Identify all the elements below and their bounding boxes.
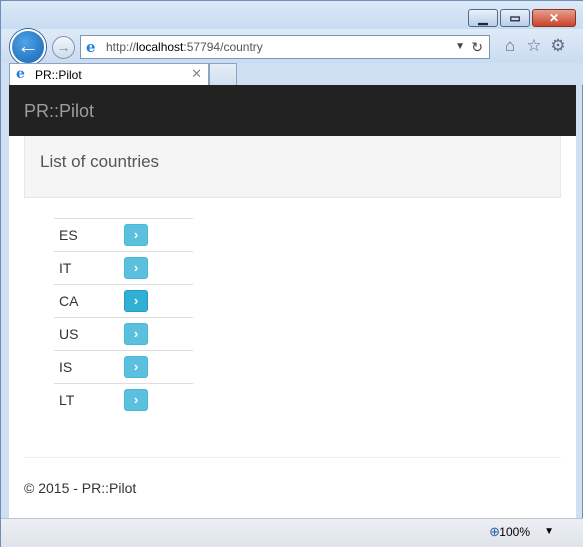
close-window-button[interactable]: ✕: [532, 9, 576, 27]
chevron-right-icon: ›: [133, 392, 139, 407]
country-code: CA: [59, 293, 79, 309]
title-bar: ▁ ▭ ✕: [1, 1, 583, 31]
ie-logo-icon: e: [16, 66, 25, 82]
minimize-icon: ▁: [478, 11, 488, 25]
back-arrow-icon: ←: [17, 33, 39, 58]
footer-divider: [24, 457, 561, 458]
footer-text: © 2015 - PR::Pilot: [24, 480, 137, 496]
minimize-button[interactable]: ▁: [468, 9, 498, 27]
new-tab-button[interactable]: [209, 63, 237, 85]
chevron-right-icon: ›: [133, 227, 139, 242]
forward-arrow-icon: →: [56, 39, 71, 55]
chevron-right-icon: ›: [133, 359, 139, 374]
page-title: List of countries: [40, 152, 160, 171]
forward-button[interactable]: →: [52, 36, 75, 59]
refresh-icon[interactable]: ↻: [471, 39, 483, 56]
zoom-level[interactable]: 100%: [499, 525, 530, 539]
country-code: ES: [59, 227, 78, 243]
url-path: :57794/country: [183, 40, 263, 54]
country-list: ES › IT › CA › US › IS › LT ›: [54, 218, 193, 416]
site-brand[interactable]: PR::Pilot: [24, 101, 94, 122]
chevron-right-icon: ›: [133, 260, 139, 275]
country-details-button[interactable]: ›: [124, 356, 148, 378]
country-code: US: [59, 326, 79, 342]
maximize-button[interactable]: ▭: [500, 9, 530, 27]
site-navbar: PR::Pilot: [9, 85, 576, 136]
country-details-button[interactable]: ›: [124, 389, 148, 411]
country-row: LT ›: [54, 383, 193, 416]
page-viewport: PR::Pilot List of countries ES › IT › CA…: [9, 85, 576, 518]
country-code: IT: [59, 260, 72, 276]
country-row: ES ›: [54, 218, 193, 251]
country-details-button[interactable]: ›: [124, 323, 148, 345]
tab-close-icon[interactable]: ✕: [191, 66, 202, 82]
tab-row: e PR::Pilot ✕: [1, 63, 583, 85]
status-bar: ⊕ 100% ▼: [1, 518, 583, 547]
country-code: IS: [59, 359, 73, 375]
url-prefix: http://: [106, 40, 137, 54]
country-details-button[interactable]: ›: [124, 224, 148, 246]
close-icon: ✕: [548, 11, 560, 25]
address-bar[interactable]: e http://localhost:57794/country ▼ ↻: [80, 35, 490, 59]
maximize-icon: ▭: [509, 11, 521, 25]
country-row: IS ›: [54, 350, 193, 383]
page-header: List of countries: [24, 136, 561, 198]
chevron-right-icon: ›: [133, 293, 139, 308]
country-row: CA ›: [54, 284, 193, 317]
home-icon[interactable]: ⌂: [498, 36, 522, 56]
country-row: US ›: [54, 317, 193, 350]
browser-window: ▁ ▭ ✕ ← → e http://localhost:57794/count…: [0, 0, 583, 547]
country-code: LT: [59, 392, 75, 408]
back-button[interactable]: ←: [10, 29, 46, 65]
chevron-right-icon: ›: [133, 326, 139, 341]
address-dropdown-icon[interactable]: ▼: [455, 41, 465, 52]
tab-active[interactable]: e PR::Pilot ✕: [9, 63, 209, 85]
url-text[interactable]: http://localhost:57794/country: [106, 40, 263, 54]
window-controls: ▁ ▭ ✕: [466, 9, 576, 27]
tab-title: PR::Pilot: [35, 68, 82, 82]
url-host: localhost: [136, 40, 184, 54]
gear-icon[interactable]: ⚙: [546, 36, 570, 56]
country-details-button[interactable]: ›: [124, 290, 148, 312]
country-details-button[interactable]: ›: [124, 257, 148, 279]
zoom-dropdown-icon[interactable]: ▼: [544, 526, 554, 537]
star-icon[interactable]: ☆: [522, 36, 546, 56]
browser-command-icons: ⌂ ☆ ⚙: [498, 36, 570, 56]
ie-logo-icon: e: [86, 38, 96, 56]
country-row: IT ›: [54, 251, 193, 284]
